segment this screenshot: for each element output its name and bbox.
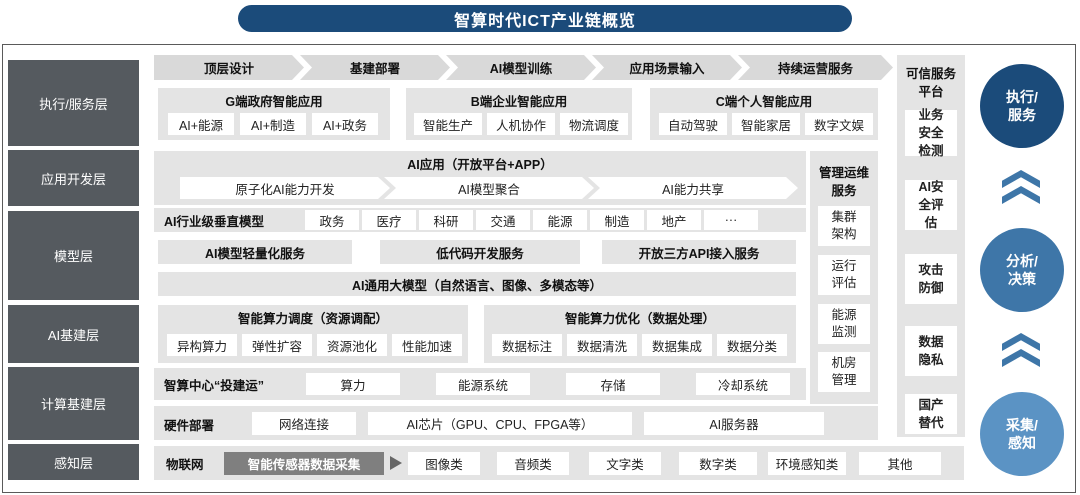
hardware-title: 硬件部署 <box>164 418 215 433</box>
app-step-aggregation: AI模型聚合 <box>384 177 594 199</box>
step-scenario-input: 应用场景输入 <box>592 55 742 80</box>
datacenter-item: 能源系统 <box>436 373 530 395</box>
layer-sense: 感知层 <box>8 444 139 480</box>
service-lightweight: AI模型轻量化服务 <box>204 246 305 261</box>
sense-item: 文字类 <box>589 452 661 475</box>
trust-title: 可信服务平台 <box>905 67 956 99</box>
sensor-collection: 智能传感器数据采集 <box>224 452 384 475</box>
datacenter-title: 智算中心“投建运” <box>164 378 265 393</box>
ops-title: 管理运维服务 <box>818 166 869 198</box>
datacenter-item: 算力 <box>306 373 400 395</box>
vertical-item: 交通 <box>476 210 530 230</box>
sense-item: 其他 <box>859 452 941 475</box>
vertical-item: 科研 <box>419 210 473 230</box>
optimization-item: 数据标注 <box>492 334 562 356</box>
optimization-title: 智能算力优化（数据处理） <box>564 311 715 326</box>
layer-execution: 执行/服务层 <box>8 60 139 146</box>
service-lowcode: 低代码开发服务 <box>436 246 524 261</box>
trust-item: 国产替代 <box>905 394 957 434</box>
vertical-item: 医疗 <box>362 210 416 230</box>
scheduling-item: 性能加速 <box>392 334 462 356</box>
trust-item: AI安全评估 <box>905 180 957 230</box>
app-step-sharing: AI能力共享 <box>588 177 798 199</box>
layer-compute: 计算基建层 <box>8 367 139 440</box>
vertical-item: 能源 <box>533 210 587 230</box>
c-item: 数字文娱 <box>805 113 873 135</box>
general-model: AI通用大模型（自然语言、图像、多模态等） <box>351 278 602 293</box>
b-item: 智能生产 <box>414 113 482 135</box>
step-top-design: 顶层设计 <box>154 55 304 80</box>
arrow-right-icon <box>390 456 402 470</box>
ops-item: 机房管理 <box>818 352 870 392</box>
hardware-item: 网络连接 <box>252 412 356 435</box>
trust-item: 数据隐私 <box>905 326 957 376</box>
b-end-title: B端企业智能应用 <box>470 94 568 109</box>
circle-analysis-label: 分析/决策 <box>1006 253 1038 287</box>
sense-item: 音频类 <box>497 452 569 475</box>
scheduling-item: 异构算力 <box>167 334 237 356</box>
app-dev-title: AI应用（开放平台+APP） <box>407 157 553 172</box>
circle-analysis: 分析/决策 <box>980 228 1064 312</box>
g-item: AI+制造 <box>240 113 306 135</box>
g-item: AI+能源 <box>168 113 234 135</box>
ops-item: 能源监测 <box>818 304 870 344</box>
sense-item: 环境感知类 <box>768 452 846 475</box>
app-step-atomic: 原子化AI能力开发 <box>180 177 390 199</box>
c-item: 智能家居 <box>732 113 800 135</box>
layer-model: 模型层 <box>8 211 139 300</box>
c-item: 自动驾驶 <box>659 113 727 135</box>
hardware-item: AI芯片（GPU、CPU、FPGA等） <box>368 412 632 435</box>
scheduling-item: 弹性扩容 <box>242 334 312 356</box>
vertical-item: 地产 <box>647 210 701 230</box>
layer-aiinfra: AI基建层 <box>8 305 139 363</box>
ops-item: 运行评估 <box>818 255 870 295</box>
datacenter-item: 冷却系统 <box>696 373 790 395</box>
vertical-item-more: ··· <box>704 210 758 230</box>
trust-item: 攻击防御 <box>905 254 957 304</box>
step-model-training: AI模型训练 <box>446 55 596 80</box>
optimization-item: 数据分类 <box>717 334 787 356</box>
layer-appdev: 应用开发层 <box>8 150 139 206</box>
circle-collection: 采集/感知 <box>980 392 1064 476</box>
ops-item: 集群架构 <box>818 206 870 246</box>
page-title: 智算时代ICT产业链概览 <box>238 5 852 32</box>
g-item: AI+政务 <box>312 113 378 135</box>
b-item: 物流调度 <box>560 113 628 135</box>
sense-item: 图像类 <box>408 452 480 475</box>
optimization-item: 数据集成 <box>642 334 712 356</box>
datacenter-item: 存储 <box>566 373 660 395</box>
g-end-title: G端政府智能应用 <box>225 94 323 109</box>
vertical-item: 政务 <box>305 210 359 230</box>
circle-execution-label: 执行/服务 <box>1006 89 1038 123</box>
sense-item: 数字类 <box>679 452 757 475</box>
vertical-item: 制造 <box>590 210 644 230</box>
vertical-model-title: AI行业级垂直模型 <box>164 214 265 229</box>
circle-execution: 执行/服务 <box>980 64 1064 148</box>
service-api: 开放三方API接入服务 <box>638 246 760 261</box>
step-ops-service: 持续运营服务 <box>738 55 893 80</box>
step-infra-deploy: 基建部署 <box>300 55 450 80</box>
scheduling-title: 智能算力调度（资源调配） <box>237 311 388 326</box>
scheduling-item: 资源池化 <box>317 334 387 356</box>
b-item: 人机协作 <box>487 113 555 135</box>
iot-title: 物联网 <box>166 457 204 472</box>
optimization-item: 数据清洗 <box>567 334 637 356</box>
trust-item: 业务安全检测 <box>905 108 957 158</box>
c-end-title: C端个人智能应用 <box>715 94 813 109</box>
hardware-item: AI服务器 <box>644 412 824 435</box>
circle-collection-label: 采集/感知 <box>1006 417 1038 451</box>
